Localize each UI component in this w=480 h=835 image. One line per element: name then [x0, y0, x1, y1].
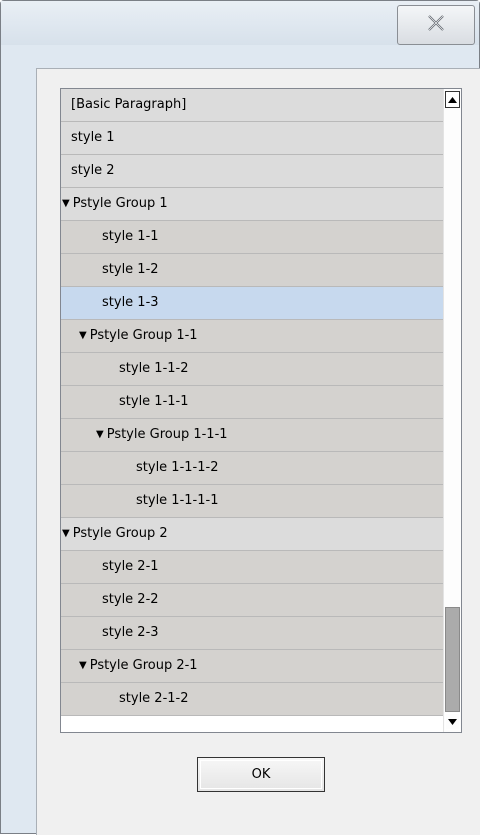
style-label: style 1-1-2 [119, 361, 189, 376]
style-group-row[interactable]: ▼ Pstyle Group 2-1 [61, 650, 443, 683]
ok-button-label: OK [251, 767, 271, 782]
expand-triangle-icon[interactable]: ▼ [62, 528, 70, 539]
scroll-thumb[interactable] [445, 607, 460, 712]
style-row[interactable]: style 1-1-1-1 [61, 485, 443, 518]
scroll-up-arrow-icon [448, 96, 457, 103]
style-label: style 2-1 [102, 559, 159, 574]
style-label: style 2-2 [102, 592, 159, 607]
style-group-row[interactable]: ▼ Pstyle Group 1 [61, 188, 443, 221]
style-group-label: Pstyle Group 2 [72, 526, 168, 541]
expand-triangle-icon[interactable]: ▼ [79, 330, 87, 341]
style-label: style 1-1 [102, 229, 159, 244]
vertical-scrollbar[interactable] [443, 89, 461, 732]
close-icon [427, 15, 445, 35]
style-row[interactable]: style 2-2 [61, 584, 443, 617]
style-group-row[interactable]: ▼ Pstyle Group 2 [61, 518, 443, 551]
style-label: style 1-1-1 [119, 394, 189, 409]
style-row[interactable]: style 2-1-2 [61, 683, 443, 716]
style-row[interactable]: style 1 [61, 122, 443, 155]
scroll-down-button[interactable] [445, 713, 460, 730]
style-row[interactable]: style 1-2 [61, 254, 443, 287]
style-row[interactable]: style 1-1-1 [61, 386, 443, 419]
style-label: style 2 [71, 163, 115, 178]
style-label: style 1-1-1-1 [136, 493, 219, 508]
style-group-label: Pstyle Group 1-1-1 [106, 427, 228, 442]
style-row[interactable]: style 1-1-1-2 [61, 452, 443, 485]
style-row[interactable]: style 2 [61, 155, 443, 188]
expand-triangle-icon[interactable]: ▼ [79, 660, 87, 671]
style-label: style 1-2 [102, 262, 159, 277]
style-group-label: Pstyle Group 1 [72, 196, 168, 211]
style-group-label: Pstyle Group 2-1 [89, 658, 198, 673]
scroll-up-button[interactable] [445, 91, 460, 108]
style-row[interactable]: [Basic Paragraph] [61, 89, 443, 122]
style-row[interactable]: style 1-1 [61, 221, 443, 254]
expand-triangle-icon[interactable]: ▼ [96, 429, 104, 440]
styles-list-rows: [Basic Paragraph] style 1 style 2 ▼ Pstyle G… [61, 89, 443, 716]
style-group-row[interactable]: ▼ Pstyle Group 1-1 [61, 320, 443, 353]
paragraph-styles-list[interactable]: [Basic Paragraph] style 1 style 2 ▼ Pstyle G… [60, 88, 462, 733]
style-label: style 1-3 [102, 295, 159, 310]
expand-triangle-icon[interactable]: ▼ [62, 198, 70, 209]
style-label: style 2-1-2 [119, 691, 189, 706]
style-row[interactable]: style 1-3 [61, 287, 443, 320]
style-row[interactable]: style 2-3 [61, 617, 443, 650]
ok-button[interactable]: OK [197, 757, 325, 792]
style-label: style 1-1-1-2 [136, 460, 219, 475]
scroll-down-arrow-icon [448, 718, 457, 725]
style-row[interactable]: style 2-1 [61, 551, 443, 584]
style-group-row[interactable]: ▼ Pstyle Group 1-1-1 [61, 419, 443, 452]
close-button[interactable] [397, 5, 475, 45]
style-label: style 1 [71, 130, 115, 145]
title-bar [1, 1, 479, 45]
style-row[interactable]: style 1-1-2 [61, 353, 443, 386]
style-label: [Basic Paragraph] [71, 97, 187, 112]
style-label: style 2-3 [102, 625, 159, 640]
style-group-label: Pstyle Group 1-1 [89, 328, 198, 343]
